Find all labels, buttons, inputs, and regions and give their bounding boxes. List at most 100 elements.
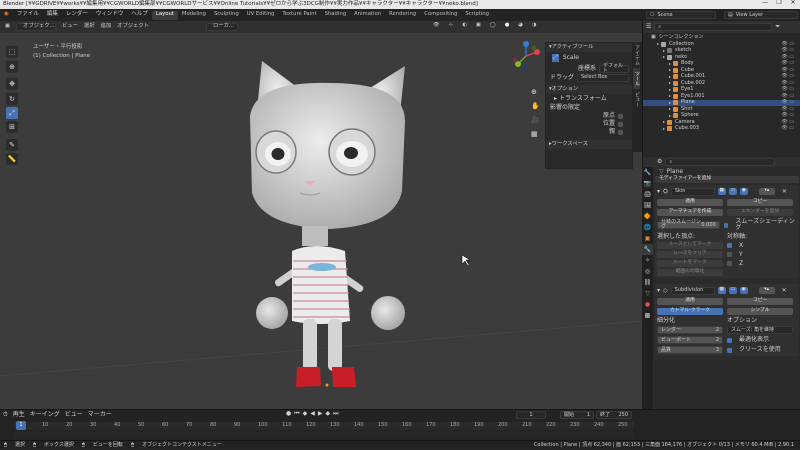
play-reverse-icon[interactable]: ◀ <box>310 411 315 417</box>
expand-arrow-icon[interactable]: ▸ <box>663 120 665 124</box>
particles-properties-icon[interactable]: ✧ <box>642 255 653 266</box>
menu-edit[interactable]: 編集 <box>43 12 62 18</box>
material-shading-icon[interactable]: ◕ <box>515 22 526 28</box>
outliner-editor-icon[interactable]: ☰ <box>646 24 651 30</box>
expand-arrow-icon[interactable]: ▸ <box>669 113 671 118</box>
clear-loose-button[interactable]: ルースをクリア <box>657 251 723 258</box>
editor-type-icon[interactable]: ▣ <box>2 24 13 30</box>
add-modifier-button[interactable]: モディファイアーを追加 <box>655 176 799 183</box>
physics-properties-icon[interactable]: ◎ <box>642 266 653 277</box>
jump-start-icon[interactable]: ⏮ <box>294 411 299 417</box>
expand-arrow-icon[interactable]: ▸ <box>663 48 665 53</box>
mark-loose-button[interactable]: ルースとしてマーク <box>657 242 723 249</box>
menu-object[interactable]: オブジェクト <box>114 24 152 30</box>
visibility-toggle-icon[interactable]: 👁 ▭ <box>781 100 794 105</box>
expand-subdivision-icon[interactable]: ▾ <box>657 287 660 294</box>
skin-apply-button[interactable]: 適用 <box>657 199 723 206</box>
subdivision-name-field[interactable]: Subdivision <box>670 286 715 295</box>
menu-render[interactable]: レンダー <box>62 12 92 18</box>
output-properties-icon[interactable]: 🖨 <box>642 189 653 200</box>
properties-search[interactable]: ⌕ <box>665 158 776 166</box>
tab-layout[interactable]: Layout <box>151 10 178 20</box>
expand-arrow-icon[interactable]: ▸ <box>669 94 671 98</box>
blender-logo-icon[interactable]: ◉ <box>0 12 13 18</box>
tab-item[interactable]: アイテム <box>633 42 640 68</box>
affect-parents-checkbox[interactable] <box>618 129 623 135</box>
playhead[interactable]: 1 <box>16 421 26 430</box>
timeline-editor-icon[interactable]: ⏱ <box>3 412 8 418</box>
tab-modeling[interactable]: Modeling <box>178 11 210 20</box>
measure-tool-icon[interactable]: 📏 <box>6 153 18 165</box>
tab-view[interactable]: ビュー <box>633 89 640 110</box>
view-layer-properties-icon[interactable]: 🖼 <box>642 200 653 211</box>
menu-view[interactable]: ビュー <box>59 24 81 30</box>
visibility-toggle-icon[interactable]: 👁 ▭ <box>781 61 794 66</box>
view-layer-selector[interactable]: ▤ View Layer <box>724 11 798 19</box>
menu-window[interactable]: ウィンドウ <box>92 12 128 18</box>
menu-playback[interactable]: 再生 <box>13 412 25 418</box>
branch-smoothing-field[interactable]: 分岐のスムージング 0.000 <box>657 220 720 230</box>
mark-root-button[interactable]: ルートをマーク <box>657 260 723 267</box>
options-header[interactable]: ▾ オプション <box>546 85 632 94</box>
expand-skin-icon[interactable]: ▾ <box>657 188 660 195</box>
pivot-selector[interactable]: ローカ... <box>206 23 238 31</box>
object-properties-icon[interactable]: ▣ <box>642 233 653 244</box>
perspective-grid-icon[interactable]: ▦ <box>531 131 538 138</box>
prev-key-icon[interactable]: ◆ <box>303 411 308 417</box>
visibility-toggle-icon[interactable]: 👁 ▭ <box>781 41 794 47</box>
expand-arrow-icon[interactable]: ▸ <box>669 100 671 105</box>
menu-help[interactable]: ヘルプ <box>127 12 152 18</box>
rotate-tool-icon[interactable]: ↻ <box>6 93 18 105</box>
expand-arrow-icon[interactable]: ▸ <box>669 87 671 92</box>
skin-move-icon[interactable]: ▾▴ <box>758 188 775 195</box>
active-tool-header[interactable]: ▾ アクティブツール <box>546 43 632 52</box>
tab-sculpting[interactable]: Sculpting <box>210 11 243 20</box>
visibility-toggle-icon[interactable]: 👁 ▭ <box>781 54 794 60</box>
tab-uv-editing[interactable]: UV Editing <box>243 11 279 20</box>
tab-rendering[interactable]: Rendering <box>385 11 420 20</box>
select-tool-icon[interactable]: ⬚ <box>6 46 18 58</box>
timeline-track-area[interactable] <box>14 431 634 439</box>
create-shape-button[interactable]: エキンダーを追加 <box>727 209 793 216</box>
constraints-properties-icon[interactable]: ⛓ <box>642 277 653 288</box>
create-armature-button[interactable]: アーマチュアを作成 <box>657 209 723 216</box>
expand-arrow-icon[interactable]: ▸ <box>669 81 671 85</box>
expand-arrow-icon[interactable]: ▸ <box>669 61 671 66</box>
optimal-display-checkbox[interactable] <box>727 337 732 343</box>
affect-locations-checkbox[interactable] <box>618 121 623 127</box>
visibility-toggle-icon[interactable]: 👁 ▭ <box>781 48 794 53</box>
scene-properties-icon[interactable]: 🔶 <box>642 211 653 222</box>
menu-marker[interactable]: マーカー <box>88 412 112 418</box>
zoom-icon[interactable]: ⊕ <box>531 89 537 96</box>
rendered-shading-icon[interactable]: ◑ <box>529 22 540 28</box>
close-icon[interactable]: ✕ <box>786 0 800 6</box>
tab-scripting[interactable]: Scripting <box>461 11 493 20</box>
render-properties-icon[interactable]: 📷 <box>642 178 653 189</box>
outliner-search[interactable]: ⌕ <box>654 23 773 31</box>
expand-arrow-icon[interactable]: ▸ <box>663 55 665 59</box>
viewport-levels-field[interactable]: ビューポート 2 <box>657 336 723 344</box>
subdivision-viewport-icon[interactable]: ▭ <box>728 287 737 294</box>
record-icon[interactable]: ● <box>286 411 291 417</box>
equalize-radii-button[interactable]: 範囲の均等化 <box>657 269 723 276</box>
cursor-tool-icon[interactable]: ⊕ <box>6 61 18 73</box>
scene-selector[interactable]: ⎔ Scene <box>646 11 716 19</box>
gizmo-icon[interactable]: ⊹ <box>446 22 456 28</box>
skin-copy-button[interactable]: コピー <box>727 199 793 206</box>
visibility-toggle-icon[interactable]: 👁 ▭ <box>781 126 794 131</box>
modifier-properties-icon[interactable]: 🔧 <box>642 244 653 255</box>
axis-y-checkbox[interactable] <box>727 252 732 257</box>
start-frame-field[interactable]: 開始 1 <box>560 411 594 419</box>
render-levels-field[interactable]: レンダー 2 <box>657 326 723 334</box>
play-icon[interactable]: ▶ <box>318 411 323 417</box>
solid-shading-icon[interactable]: ● <box>502 22 513 28</box>
transform-tool-icon[interactable]: ⊞ <box>6 121 18 133</box>
menu-select[interactable]: 選択 <box>81 24 98 30</box>
skin-remove-icon[interactable]: ✕ <box>782 188 787 195</box>
visibility-toggle-icon[interactable]: 👁 ▭ <box>781 87 794 92</box>
subdivision-remove-icon[interactable]: ✕ <box>782 287 787 294</box>
expand-arrow-icon[interactable]: ▸ <box>669 74 671 79</box>
visibility-icon[interactable]: 👁 <box>430 22 443 28</box>
menu-file[interactable]: ファイル <box>13 12 43 18</box>
outliner-item[interactable]: ▸ Cube.003 👁 ▭ <box>643 126 800 133</box>
